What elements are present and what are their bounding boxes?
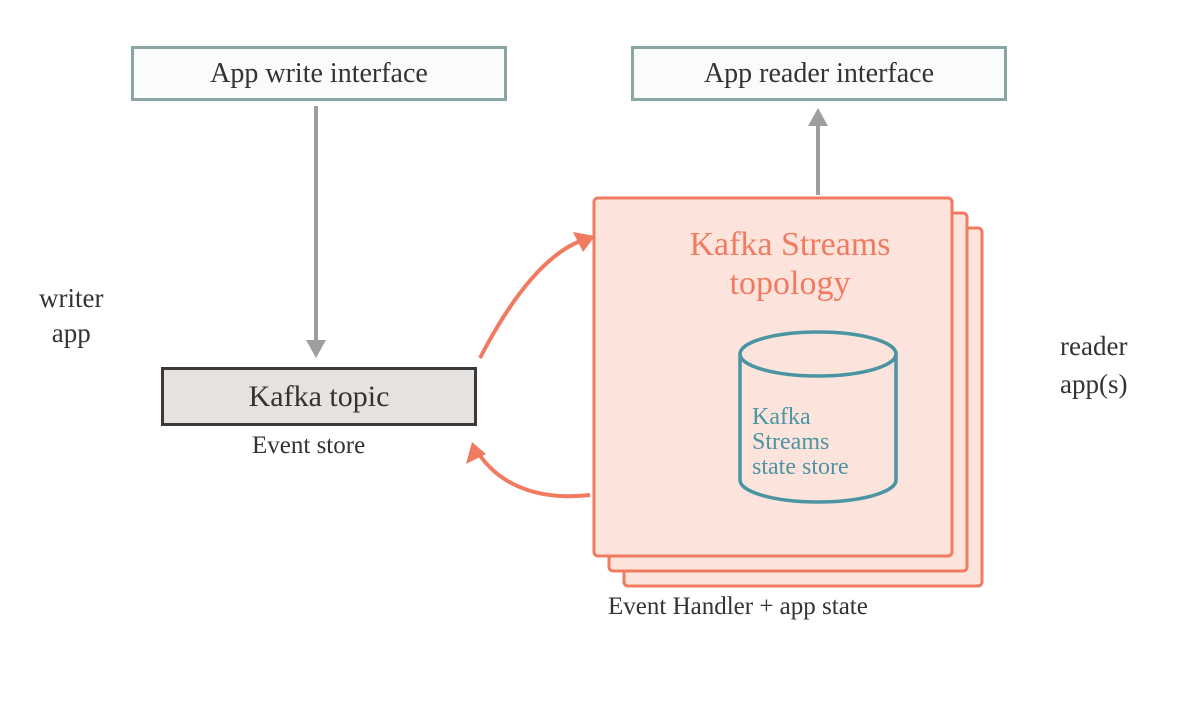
arrow-topic-to-streams [480, 232, 595, 358]
arrow-streams-to-reader [808, 108, 828, 195]
arrow-write-to-topic [306, 106, 326, 358]
event-handler-label: Event Handler + app state [608, 593, 868, 621]
state-store-label: KafkaStreamsstate store [752, 405, 849, 481]
reader-apps-label: readerapp(s) [1060, 328, 1127, 404]
reader-interface-box: App reader interface [631, 46, 1007, 101]
kafka-streams-title: Kafka Streamstopology [640, 225, 940, 303]
write-interface-box: App write interface [131, 46, 507, 101]
kafka-topic-box: Kafka topic [161, 367, 477, 426]
arrow-streams-to-topic [466, 442, 590, 496]
writer-app-label: writerapp [39, 281, 103, 351]
event-store-label: Event store [252, 432, 365, 460]
